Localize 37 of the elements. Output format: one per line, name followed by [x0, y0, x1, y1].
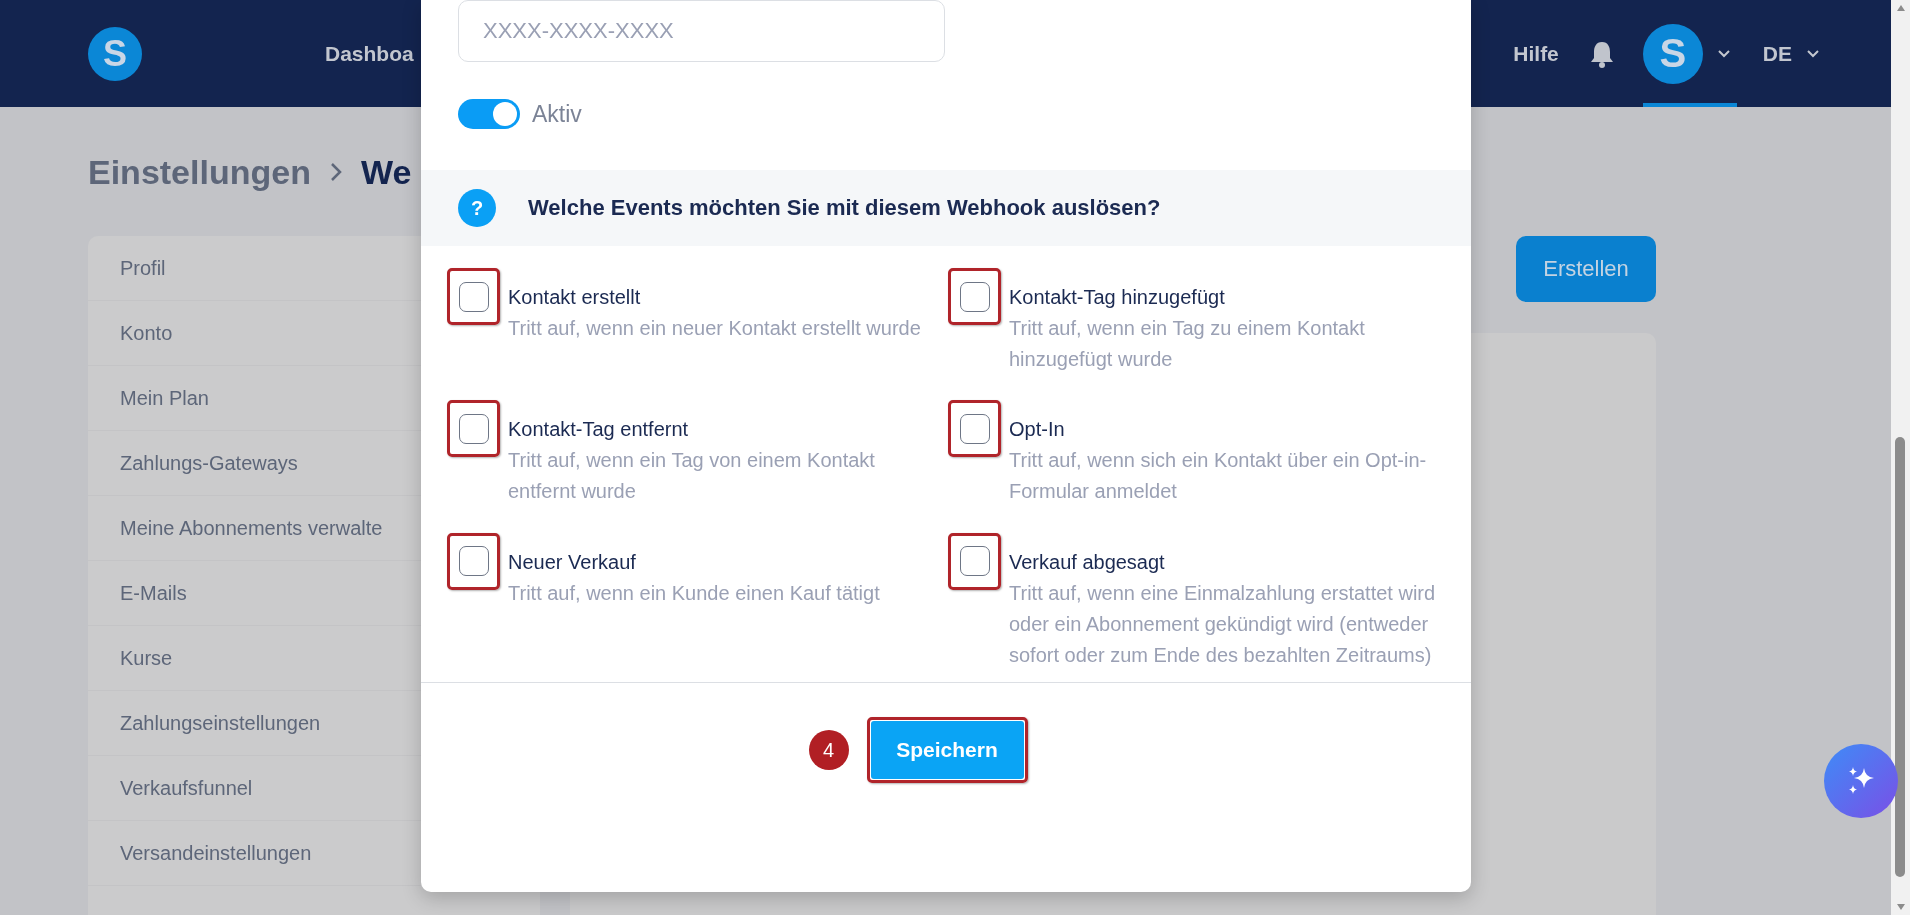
event-title: Verkauf abgesagt — [1009, 549, 1166, 575]
logo[interactable]: S — [88, 26, 142, 81]
page-title: We — [360, 152, 412, 192]
checkbox[interactable] — [458, 413, 489, 444]
scroll-up-icon — [1895, 4, 1906, 12]
checkbox[interactable] — [959, 546, 990, 577]
nav-link[interactable]: Dashboa — [325, 41, 414, 65]
toggle-switch[interactable] — [458, 99, 520, 129]
event-title: Opt-In — [1009, 417, 1066, 443]
event-description: Tritt auf, wenn sich ein Kontakt über ein Opt-in-Formular anmeldet — [1009, 448, 1428, 505]
chevron-down-icon — [1806, 49, 1820, 58]
breadcrumb-link[interactable]: Einstellungen — [88, 152, 311, 192]
notification-bell-icon — [1588, 39, 1615, 68]
scroll-down-icon — [1895, 903, 1906, 911]
scrollbar-thumb[interactable] — [1895, 437, 1905, 877]
avatar: S — [1642, 23, 1703, 84]
scrollbar[interactable] — [1891, 0, 1910, 915]
chevron-right-icon — [328, 161, 343, 183]
event-description: Tritt auf, wenn eine Einmalzahlung erstattet wird oder ein Abonnement gekündigt wird (entweder sofort oder zum Ende des bezahlten Zeitraums) — [1009, 580, 1437, 668]
account-menu[interactable]: S — [1642, 0, 1737, 107]
step-badge: 4 — [808, 730, 849, 770]
help-link[interactable]: Hilfe — [1513, 41, 1559, 66]
chevron-down-icon — [1716, 49, 1731, 58]
help-icon: ? — [458, 189, 496, 227]
language-selector[interactable]: DE — [1762, 41, 1820, 66]
language-code: DE — [1762, 41, 1792, 66]
section-title: Welche Events möchten Sie mit diesem Webhook auslösen? — [528, 195, 1161, 221]
checkbox[interactable] — [959, 281, 990, 312]
toggle-label: Aktiv — [532, 100, 582, 128]
checkbox[interactable] — [458, 546, 489, 577]
checkbox[interactable] — [458, 281, 489, 312]
event-title: Kontakt-Tag hinzugefügt — [1009, 285, 1226, 310]
save-button[interactable]: Speichern — [870, 721, 1024, 779]
code-field[interactable]: XXXX-XXXX-XXXX — [458, 0, 945, 62]
event-description: Tritt auf, wenn ein Tag zu einem Kontakt hinzugefügt wurde — [1009, 316, 1366, 372]
checkbox[interactable] — [959, 413, 990, 444]
create-button[interactable]: Erstellen — [1516, 236, 1656, 302]
